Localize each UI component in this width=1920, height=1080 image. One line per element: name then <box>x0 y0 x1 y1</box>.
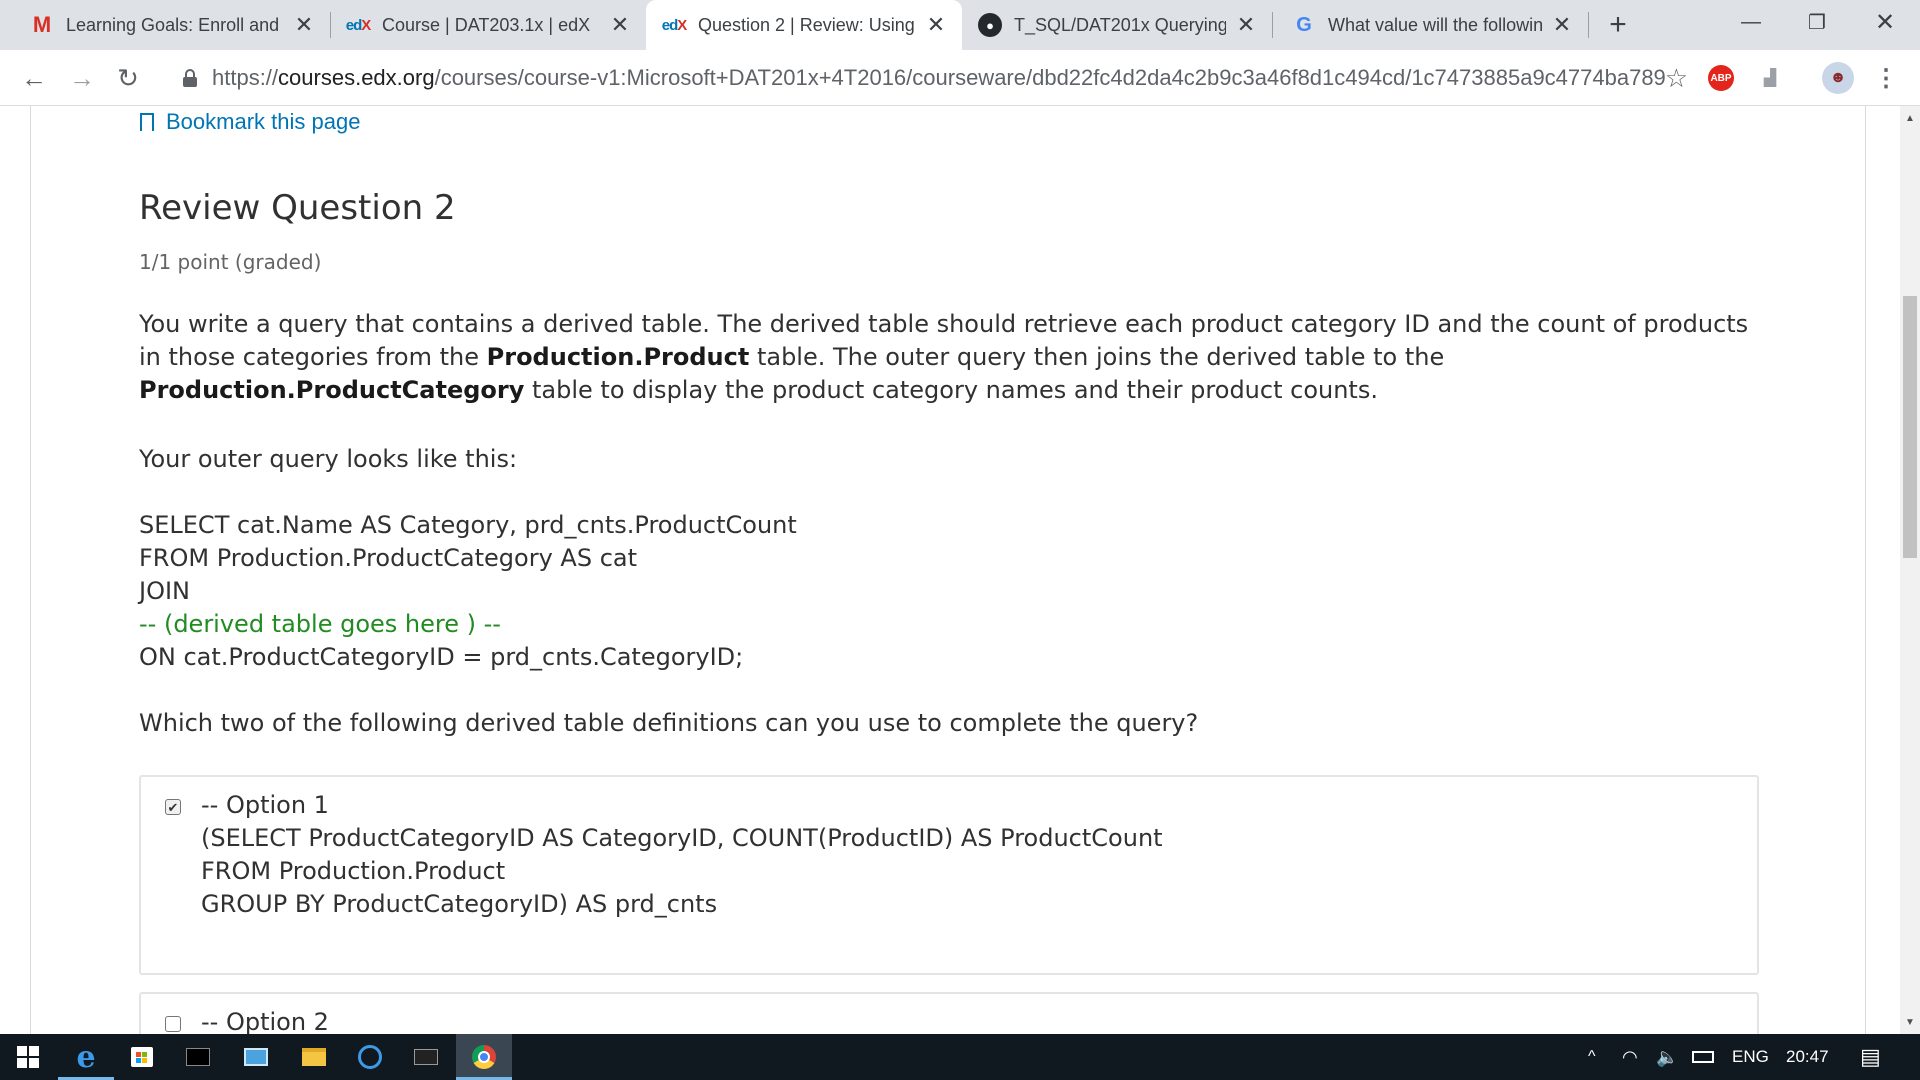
option-2-checkbox[interactable] <box>165 1016 181 1032</box>
tab-edx-question[interactable]: ed X Question 2 | Review: Using ✕ <box>646 0 962 50</box>
option-line: (SELECT ProductCategoryID AS CategoryID,… <box>201 824 1163 852</box>
remote-desktop-icon[interactable] <box>228 1034 284 1080</box>
bookmark-icon <box>140 113 154 136</box>
question-title: Review Question 2 <box>139 188 456 228</box>
tab-title: Learning Goals: Enroll and c <box>66 14 284 35</box>
action-center-icon[interactable]: ▤ <box>1860 1034 1881 1080</box>
restore-icon[interactable]: ❐ <box>1782 0 1852 44</box>
back-icon[interactable]: ← <box>16 60 52 96</box>
gmail-icon: M <box>32 12 52 37</box>
clock[interactable]: 20:47 <box>1786 1034 1829 1080</box>
github-icon: ● <box>978 13 1002 37</box>
query-line: ON cat.ProductCategoryID = prd_cnts.Cate… <box>139 643 744 671</box>
answer-option-1[interactable]: ✔ -- Option 1 (SELECT ProductCategoryID … <box>139 775 1759 975</box>
page-viewport: Bookmark this page Review Question 2 1/1… <box>0 106 1900 1034</box>
profile-avatar[interactable]: ☻ <box>1822 62 1854 94</box>
language-indicator[interactable]: ENG <box>1732 1034 1769 1080</box>
reload-icon[interactable]: ↻ <box>110 60 146 96</box>
option-line: -- Option 1 <box>201 791 329 819</box>
bookmark-star-icon[interactable]: ☆ <box>1665 63 1688 94</box>
tab-google-search[interactable]: G What value will the followin ✕ <box>1276 0 1588 50</box>
battery-icon[interactable] <box>1692 1034 1714 1080</box>
edge-icon[interactable]: e <box>58 1034 114 1080</box>
question-prompt: Which two of the following derived table… <box>139 709 1199 737</box>
bookmark-label: Bookmark this page <box>166 109 361 134</box>
outer-query-label: Your outer query looks like this: <box>139 445 518 473</box>
tab-title: T_SQL/DAT201x Querying w <box>1014 14 1226 35</box>
url-text[interactable]: https://courses.edx.org/courses/course-v… <box>212 65 1665 91</box>
scroll-down-icon[interactable]: ▼ <box>1900 1014 1920 1030</box>
scroll-thumb[interactable] <box>1903 296 1917 558</box>
google-icon: G <box>1296 13 1312 36</box>
tab-separator <box>1272 12 1273 38</box>
volume-icon[interactable]: 🔈 <box>1656 1034 1678 1080</box>
points-graded: 1/1 point (graded) <box>139 250 322 274</box>
tab-title: Course | DAT203.1x | edX <box>382 14 591 35</box>
windows-start-icon[interactable] <box>0 1034 56 1080</box>
tab-gmail[interactable]: M Learning Goals: Enroll and c ✕ <box>14 0 330 50</box>
tab-github[interactable]: ● T_SQL/DAT201x Querying w ✕ <box>962 0 1272 50</box>
edx-icon: ed X <box>661 16 688 34</box>
adblock-plus-icon[interactable]: ABP <box>1708 65 1734 91</box>
page-scrollbar[interactable]: ▲ ▼ <box>1900 106 1920 1034</box>
wifi-icon[interactable]: ◠ <box>1622 1034 1638 1080</box>
scroll-up-icon[interactable]: ▲ <box>1900 110 1920 126</box>
edx-icon: ed X <box>345 16 372 34</box>
forward-icon[interactable]: → <box>64 60 100 96</box>
address-bar[interactable]: https://courses.edx.org/courses/course-v… <box>168 58 1702 98</box>
extension-icon[interactable]: ▟ <box>1756 65 1784 91</box>
query-line: FROM Production.ProductCategory AS cat <box>139 544 637 572</box>
option-line: FROM Production.Product <box>201 857 506 885</box>
terminal-icon[interactable] <box>170 1034 226 1080</box>
browser-menu-icon[interactable]: ⋮ <box>1872 63 1900 93</box>
tab-title: What value will the followin <box>1328 14 1542 35</box>
app-icon[interactable] <box>342 1034 398 1080</box>
new-tab-button[interactable]: + <box>1600 7 1636 43</box>
option-line: GROUP BY ProductCategoryID) AS prd_cnts <box>201 890 718 918</box>
tab-edx-course[interactable]: ed X Course | DAT203.1x | edX ✕ <box>330 0 646 50</box>
close-window-icon[interactable]: ✕ <box>1850 0 1920 44</box>
chrome-icon[interactable] <box>456 1034 512 1080</box>
tab-separator <box>1588 12 1589 38</box>
windows-taskbar: e ^ ◠ 🔈 ENG 20:47 ▤ <box>0 1034 1920 1080</box>
bookmark-page-link[interactable]: Bookmark this page <box>140 106 360 138</box>
browser-toolbar: ← → ↻ https://courses.edx.org/courses/co… <box>0 50 1920 106</box>
close-tab-icon[interactable]: ✕ <box>608 12 632 37</box>
mysql-workbench-icon[interactable] <box>398 1034 454 1080</box>
tab-title: Question 2 | Review: Using <box>698 14 915 35</box>
answer-option-2[interactable]: -- Option 2 <box>139 992 1759 1034</box>
store-icon[interactable] <box>114 1034 170 1080</box>
close-tab-icon[interactable]: ✕ <box>1234 12 1258 37</box>
question-intro: You write a query that contains a derive… <box>139 310 1749 404</box>
option-line: -- Option 2 <box>201 1008 329 1034</box>
query-line: SELECT cat.Name AS Category, prd_cnts.Pr… <box>139 511 797 539</box>
minimize-icon[interactable]: — <box>1716 0 1786 44</box>
show-hidden-icons[interactable]: ^ <box>1588 1034 1596 1080</box>
query-line: JOIN <box>139 577 190 605</box>
option-1-checkbox[interactable]: ✔ <box>165 799 181 815</box>
close-tab-icon[interactable]: ✕ <box>924 12 948 37</box>
close-tab-icon[interactable]: ✕ <box>1550 12 1574 37</box>
lock-icon <box>182 69 198 87</box>
query-comment-line: -- (derived table goes here ) -- <box>139 610 501 638</box>
tab-strip: M Learning Goals: Enroll and c ✕ ed X Cou… <box>0 0 1920 50</box>
close-tab-icon[interactable]: ✕ <box>292 12 316 37</box>
file-explorer-icon[interactable] <box>286 1034 342 1080</box>
